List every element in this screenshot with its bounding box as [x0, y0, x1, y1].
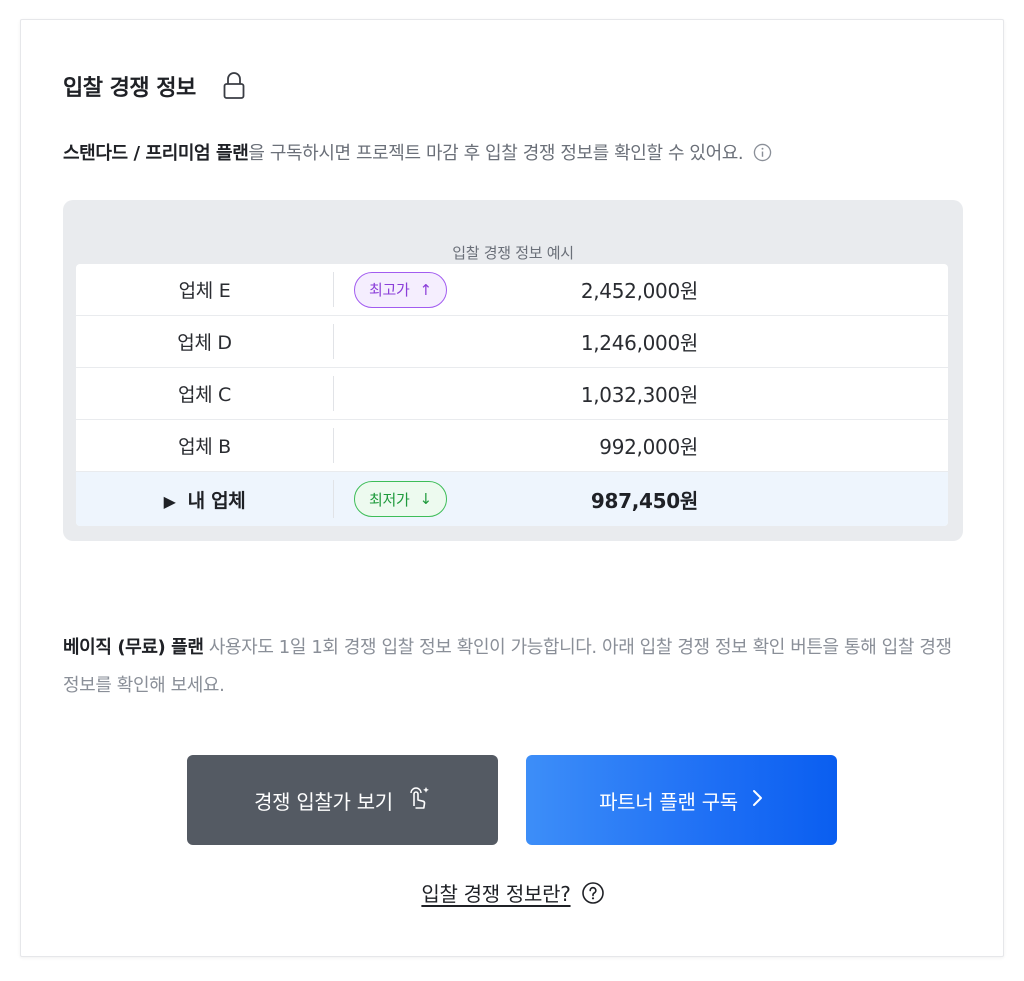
- bid-price: 1,246,000원: [580, 331, 698, 355]
- subscribe-partner-plan-button[interactable]: 파트너 플랜 구독: [526, 755, 837, 845]
- column-divider: [333, 272, 334, 307]
- lowest-price-badge: 최저가 ↓: [354, 481, 447, 517]
- column-divider: [333, 376, 334, 411]
- bid-table: 업체 E 최고가 ↑ 2,452,000원 업체 D 1,246,000원 업체…: [76, 264, 948, 526]
- bid-price: 1,032,300원: [580, 383, 698, 407]
- basic-plan-notice: 베이직 (무료) 플랜 사용자도 1일 1회 경쟁 입찰 정보 확인이 가능합니…: [63, 629, 963, 705]
- view-bid-prices-button[interactable]: 경쟁 입찰가 보기: [187, 755, 498, 845]
- badge-label: 최고가: [369, 281, 410, 299]
- example-caption: 입찰 경쟁 정보 예시: [452, 244, 574, 262]
- plan-names: 스탠다드 / 프리미엄 플랜: [63, 143, 249, 164]
- example-box: 입찰 경쟁 정보 예시 업체 E 최고가 ↑ 2,452,000원 업체 D 1…: [63, 200, 963, 541]
- what-is-bid-info-link[interactable]: 입찰 경쟁 정보란?: [421, 882, 570, 906]
- company-name: 업체 E: [178, 280, 231, 302]
- table-row: 업체 C 1,032,300원: [76, 368, 948, 420]
- company-name: 업체 C: [177, 384, 232, 406]
- bid-price: 987,450원: [590, 488, 698, 513]
- badge-cell: 최고가 ↑: [354, 264, 447, 315]
- plan-description: 스탠다드 / 프리미엄 플랜을 구독하시면 프로젝트 마감 후 입찰 경쟁 정보…: [63, 139, 772, 167]
- table-row: 업체 E 최고가 ↑ 2,452,000원: [76, 264, 948, 316]
- play-marker-icon: ▶: [163, 491, 176, 511]
- arrow-down-icon: ↓: [419, 490, 433, 508]
- bid-competition-card: 입찰 경쟁 정보 스탠다드 / 프리미엄 플랜을 구독하시면 프로젝트 마감 후…: [20, 19, 1004, 957]
- basic-plan-name: 베이직 (무료) 플랜: [63, 637, 204, 658]
- lock-icon: [222, 70, 246, 102]
- bid-price: 992,000원: [599, 435, 698, 459]
- chevron-right-icon: [750, 788, 764, 813]
- company-name: 업체 B: [178, 436, 231, 458]
- highest-price-badge: 최고가 ↑: [354, 271, 447, 308]
- info-icon[interactable]: [753, 143, 772, 167]
- view-button-label: 경쟁 입찰가 보기: [254, 789, 393, 814]
- bid-price: 2,452,000원: [580, 279, 698, 303]
- subscribe-button-label: 파트너 플랜 구독: [599, 789, 738, 814]
- badge-label: 최저가: [369, 490, 410, 509]
- title-row: 입찰 경쟁 정보: [63, 70, 246, 102]
- column-divider: [333, 480, 334, 518]
- tap-sparkle-icon: [405, 784, 431, 817]
- question-circle-icon[interactable]: [581, 881, 605, 910]
- my-company-label: 내 업체: [187, 489, 246, 512]
- column-divider: [333, 428, 334, 463]
- company-name: ▶ 내 업체: [76, 486, 333, 513]
- my-company-row: ▶ 내 업체 최저가 ↓ 987,450원: [76, 472, 948, 526]
- page-title: 입찰 경쟁 정보: [63, 76, 196, 101]
- help-link-row: 입찰 경쟁 정보란?: [1, 878, 1024, 910]
- table-row: 업체 B 992,000원: [76, 420, 948, 472]
- table-row: 업체 D 1,246,000원: [76, 316, 948, 368]
- company-name: 업체 D: [177, 332, 232, 354]
- badge-cell: 최저가 ↓: [354, 472, 447, 526]
- column-divider: [333, 324, 334, 359]
- arrow-up-icon: ↑: [419, 280, 433, 299]
- plan-description-text: 을 구독하시면 프로젝트 마감 후 입찰 경쟁 정보를 확인할 수 있어요.: [248, 143, 744, 164]
